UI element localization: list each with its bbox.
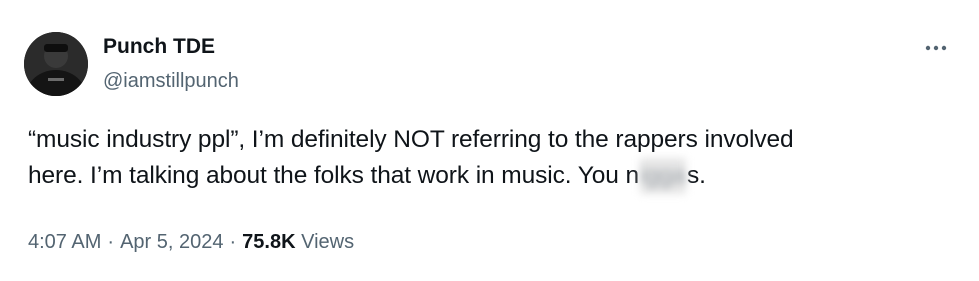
tweet-date[interactable]: Apr 5, 2024 bbox=[120, 231, 223, 253]
tweet-text-segment: s. bbox=[686, 162, 706, 189]
views-label: Views bbox=[301, 231, 355, 253]
separator: · bbox=[229, 231, 237, 253]
author-display-name[interactable]: Punch TDE bbox=[103, 33, 215, 61]
tweet-text-line: here. I’m talking about the folks that w… bbox=[28, 158, 953, 194]
tweet-time[interactable]: 4:07 AM bbox=[28, 231, 101, 253]
view-count: 75.8K bbox=[242, 231, 296, 253]
more-options-button[interactable] bbox=[920, 36, 952, 60]
avatar-image bbox=[24, 32, 88, 96]
tweet-text-segment: here. I’m talking about the folks that w… bbox=[28, 162, 640, 189]
author-avatar[interactable] bbox=[24, 32, 88, 96]
more-options-icon bbox=[925, 45, 947, 51]
tweet-text: “music industry ppl”, I’m definitely NOT… bbox=[28, 122, 953, 194]
censored-text: igga bbox=[640, 158, 686, 194]
tweet-text-segment: “music industry ppl”, I’m definitely NOT… bbox=[28, 126, 794, 153]
separator: · bbox=[107, 231, 115, 253]
tweet-text-line: “music industry ppl”, I’m definitely NOT… bbox=[28, 122, 953, 158]
tweet-card: Punch TDE @iamstillpunch “music industry… bbox=[0, 0, 979, 281]
tweet-metadata: 4:07 AM · Apr 5, 2024 · 75.8K Views bbox=[28, 228, 354, 256]
author-handle[interactable]: @iamstillpunch bbox=[103, 67, 239, 95]
